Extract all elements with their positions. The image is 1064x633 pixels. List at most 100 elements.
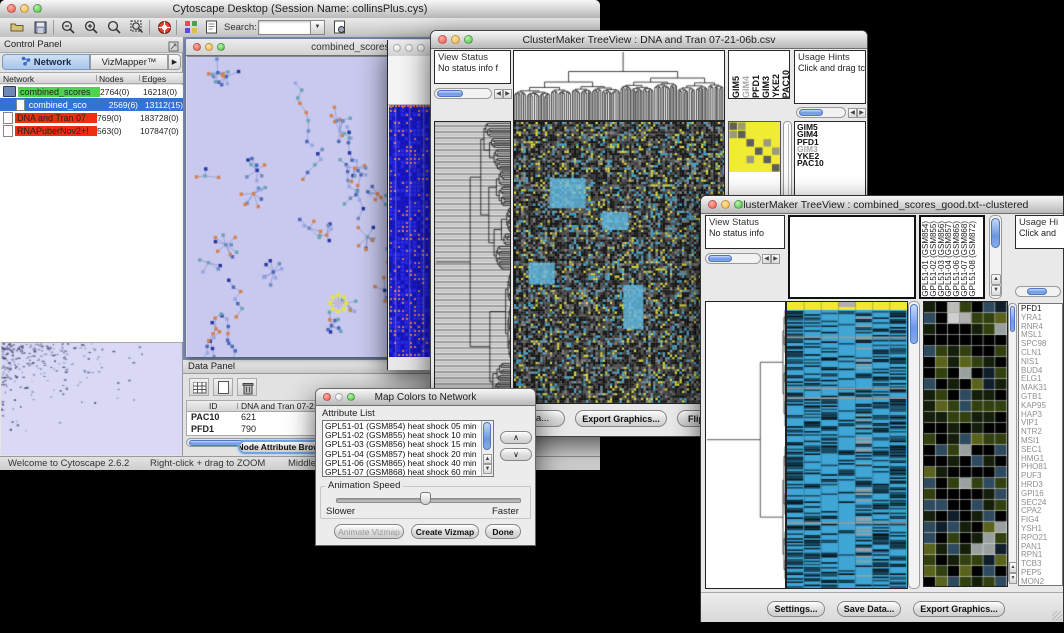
list-item[interactable]: GIM5 [731, 76, 741, 98]
tab-network[interactable]: Network [2, 54, 90, 70]
tv1-usage-hscrollbar[interactable] [796, 107, 846, 118]
tv1-status-hscrollbar[interactable] [434, 88, 492, 99]
tv2-heatmap-vscroll-thumb[interactable] [910, 304, 918, 344]
col-header-edges[interactable]: Edges [142, 74, 166, 84]
speed-slider-thumb[interactable] [420, 492, 431, 505]
save-icon[interactable] [31, 19, 49, 35]
tab-vizmapper[interactable]: VizMapper™ [90, 54, 168, 70]
list-item[interactable]: YKE2 [771, 74, 781, 98]
tv2-row-dendrogram[interactable] [705, 301, 786, 589]
scroll-down-icon[interactable]: ▼ [1009, 573, 1017, 584]
id-column-header[interactable]: ID [209, 401, 218, 411]
list-item[interactable]: GPL51-08 (GSM872) [969, 221, 977, 297]
zoom-out-icon[interactable] [59, 19, 77, 35]
tv2-settings-button[interactable]: Settings... [767, 601, 825, 617]
scroll-down-icon[interactable]: ▼ [483, 464, 492, 474]
list-item[interactable]: GIM4 [741, 76, 751, 98]
scroll-right-icon[interactable]: ▶ [503, 89, 512, 99]
open-file-icon[interactable] [8, 19, 26, 35]
scroll-up-icon[interactable]: ▲ [483, 454, 492, 464]
dense-network-canvas[interactable] [389, 105, 433, 357]
help-lifesaver-icon[interactable] [155, 19, 173, 35]
zoom-button[interactable] [33, 4, 42, 13]
list-item[interactable]: MON2 [1019, 578, 1062, 586]
tv1-global-heatmap[interactable] [513, 121, 725, 404]
zoom-button[interactable] [417, 44, 425, 52]
minimize-button[interactable] [205, 43, 213, 51]
zoom-fit-icon[interactable] [128, 19, 146, 35]
zoom-button[interactable] [347, 393, 355, 401]
zoom-button[interactable] [734, 200, 743, 209]
network-list-item[interactable]: combined_scores2764(0)16218(0) [0, 85, 183, 98]
tv2-status-hscrollbar[interactable] [705, 253, 761, 264]
tv2-labels-vscrollbar[interactable]: ▲ ▼ [989, 215, 1002, 299]
col-header-nodes[interactable]: Nodes [99, 74, 124, 84]
zoom-selected-icon[interactable] [105, 19, 123, 35]
list-item[interactable]: PAC10 [781, 70, 790, 98]
close-button[interactable] [393, 44, 401, 52]
tv2-export-graphics-button[interactable]: Export Graphics... [913, 601, 1005, 617]
tv1-column-dendrogram[interactable] [513, 50, 725, 121]
delete-attribute-icon[interactable] [237, 378, 257, 396]
network-list-item[interactable]: RNAPuberNov2+!563(0)107847(0) [0, 124, 183, 137]
network-settings-icon[interactable] [330, 19, 348, 35]
move-down-button[interactable]: ∨ [500, 448, 532, 461]
tv2-genelist-vscroll-thumb[interactable] [1010, 306, 1015, 332]
scroll-down-icon[interactable]: ▼ [991, 285, 1001, 296]
col-header-network[interactable]: Network [3, 74, 34, 84]
tv2-heatmap-vscrollbar[interactable] [908, 301, 920, 589]
network-overview-thumbnail[interactable] [1, 342, 182, 455]
tv2-status-hscroll-thumb[interactable] [708, 255, 732, 262]
vizmapper-icon[interactable] [182, 19, 200, 35]
tv2-detail-heatmap[interactable] [923, 301, 1008, 587]
tv2-genelist-vscrollbar[interactable]: ▲ ▼ [1008, 303, 1017, 584]
attribute-listbox[interactable]: GPL51-01 (GSM854) heat shock 05 minGPL51… [322, 420, 494, 477]
tv2-save-data-button[interactable]: Save Data... [837, 601, 901, 617]
close-button[interactable] [193, 43, 201, 51]
select-attributes-icon[interactable] [189, 378, 209, 396]
tab-overflow-button[interactable]: ▶ [168, 54, 181, 70]
minimize-button[interactable] [451, 35, 460, 44]
tv2-global-heatmap[interactable] [786, 301, 908, 589]
tv2-genelist-hscroll-thumb[interactable] [1027, 288, 1047, 295]
attribute-list-item[interactable]: GPL51-07 (GSM868) heat shock 60 min [323, 468, 493, 477]
search-input[interactable] [258, 20, 312, 35]
search-dropdown-button[interactable]: ▼ [310, 20, 325, 35]
minimize-button[interactable] [721, 200, 730, 209]
tv2-column-dendrogram-area[interactable] [788, 215, 916, 299]
tv1-detail-heatmap[interactable] [729, 122, 780, 172]
tv1-row-dendrogram[interactable] [434, 121, 511, 404]
scroll-left-icon[interactable]: ◀ [494, 89, 503, 99]
annotation-icon[interactable] [202, 19, 220, 35]
create-attribute-icon[interactable] [213, 378, 233, 396]
list-item[interactable]: PAC10 [795, 160, 865, 167]
tv1-status-hscroll-thumb[interactable] [437, 90, 463, 97]
minimize-button[interactable] [405, 44, 413, 52]
attribute-list-vscroll-thumb[interactable] [483, 422, 491, 450]
tv2-labels-vscroll-thumb[interactable] [991, 218, 1000, 248]
scroll-right-icon[interactable]: ▶ [771, 254, 780, 264]
attribute-list-vscrollbar[interactable]: ▲ ▼ [481, 421, 493, 476]
tv1-export-graphics-button[interactable]: Export Graphics... [575, 410, 667, 427]
close-button[interactable] [438, 35, 447, 44]
minimize-button[interactable] [20, 4, 29, 13]
tv1-usage-hscroll-thumb[interactable] [799, 109, 823, 116]
main-title-bar[interactable]: Cytoscape Desktop (Session Name: collins… [0, 0, 600, 19]
move-up-button[interactable]: ∧ [500, 431, 532, 444]
zoom-in-icon[interactable] [82, 19, 100, 35]
scroll-left-icon[interactable]: ◀ [848, 108, 857, 118]
zoom-button[interactable] [217, 43, 225, 51]
scroll-right-icon[interactable]: ▶ [857, 108, 866, 118]
resize-grip[interactable] [1052, 611, 1062, 621]
network-list-item[interactable]: combined_sco2569(6)13112(15) [0, 98, 183, 111]
create-vizmap-button[interactable]: Create Vizmap [411, 524, 479, 539]
tv2-genelist-hscrollbar[interactable] [1015, 286, 1061, 297]
list-item[interactable]: GIM3 [761, 76, 771, 98]
scroll-left-icon[interactable]: ◀ [762, 254, 771, 264]
network-list-item[interactable]: DNA and Tran 07769(0)183728(0) [0, 111, 183, 124]
list-item[interactable]: PFD1 [751, 75, 761, 98]
node-attribute-browser-button[interactable]: Node Attribute Brows [238, 440, 324, 454]
scroll-up-icon[interactable]: ▲ [1009, 562, 1017, 573]
close-button[interactable] [323, 393, 331, 401]
zoom-button[interactable] [464, 35, 473, 44]
